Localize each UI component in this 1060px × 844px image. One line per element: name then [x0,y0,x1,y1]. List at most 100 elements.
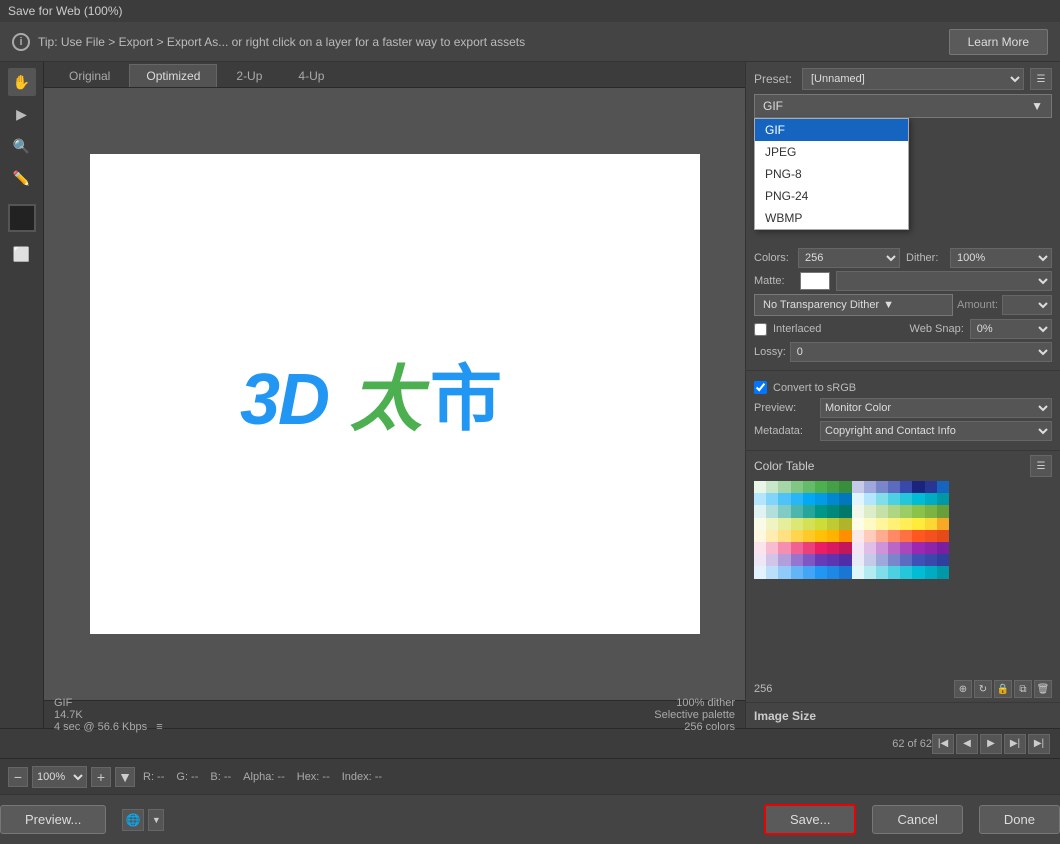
color-cell-113[interactable] [766,566,778,578]
color-cell-44[interactable] [900,505,912,517]
color-cell-111[interactable] [937,554,949,566]
color-cell-102[interactable] [827,554,839,566]
color-cell-84[interactable] [803,542,815,554]
color-cell-112[interactable] [754,566,766,578]
color-cell-56[interactable] [852,518,864,530]
color-cell-125[interactable] [912,566,924,578]
colors-select[interactable]: 256 [798,248,900,268]
color-cell-118[interactable] [827,566,839,578]
color-cell-29[interactable] [912,493,924,505]
color-cell-91[interactable] [888,542,900,554]
zoom-tool[interactable]: 🔍 [8,132,36,160]
color-cell-32[interactable] [754,505,766,517]
color-cell-109[interactable] [912,554,924,566]
color-cell-69[interactable] [815,530,827,542]
color-cell-72[interactable] [852,530,864,542]
tab-optimized[interactable]: Optimized [129,64,217,87]
color-cell-8[interactable] [852,481,864,493]
color-cell-108[interactable] [900,554,912,566]
color-cell-21[interactable] [815,493,827,505]
color-cell-10[interactable] [876,481,888,493]
color-cell-55[interactable] [839,518,851,530]
color-cell-34[interactable] [778,505,790,517]
color-cell-58[interactable] [876,518,888,530]
color-cell-31[interactable] [937,493,949,505]
color-cell-119[interactable] [839,566,851,578]
color-cell-59[interactable] [888,518,900,530]
color-cell-66[interactable] [778,530,790,542]
no-transparency-dither-button[interactable]: No Transparency Dither ▼ [754,294,953,316]
color-cell-62[interactable] [925,518,937,530]
color-cell-73[interactable] [864,530,876,542]
color-cell-79[interactable] [937,530,949,542]
color-cell-28[interactable] [900,493,912,505]
color-cell-101[interactable] [815,554,827,566]
format-option-png24[interactable]: PNG-24 [755,185,908,207]
browser-icon[interactable]: 🌐 [122,809,144,831]
zoom-out-btn[interactable]: − [8,767,28,787]
color-cell-35[interactable] [791,505,803,517]
color-cell-121[interactable] [864,566,876,578]
color-cell-92[interactable] [900,542,912,554]
format-option-png8[interactable]: PNG-8 [755,163,908,185]
matte-select[interactable] [836,271,1052,291]
color-cell-123[interactable] [888,566,900,578]
color-cell-22[interactable] [827,493,839,505]
color-cell-48[interactable] [754,518,766,530]
eyedropper-tool[interactable]: ✏️ [8,164,36,192]
preset-select[interactable]: [Unnamed] [802,68,1024,90]
color-cell-107[interactable] [888,554,900,566]
color-cell-18[interactable] [778,493,790,505]
color-cell-110[interactable] [925,554,937,566]
color-cell-39[interactable] [839,505,851,517]
color-cell-83[interactable] [791,542,803,554]
color-cell-38[interactable] [827,505,839,517]
color-cell-2[interactable] [778,481,790,493]
color-cell-81[interactable] [766,542,778,554]
foreground-color[interactable] [8,204,36,232]
color-cell-63[interactable] [937,518,949,530]
color-cell-37[interactable] [815,505,827,517]
color-cell-51[interactable] [791,518,803,530]
hand-tool[interactable]: ✋ [8,68,36,96]
color-cell-57[interactable] [864,518,876,530]
color-cell-100[interactable] [803,554,815,566]
color-cell-95[interactable] [937,542,949,554]
color-cell-40[interactable] [852,505,864,517]
color-cell-80[interactable] [754,542,766,554]
color-delete-btn[interactable]: 🗑 [1034,680,1052,698]
color-cell-11[interactable] [888,481,900,493]
metadata-select[interactable]: Copyright and Contact Info [820,421,1052,441]
color-cell-99[interactable] [791,554,803,566]
color-cell-82[interactable] [778,542,790,554]
color-cell-124[interactable] [900,566,912,578]
anim-first-btn[interactable]: |◀ [932,734,954,754]
websnap-select[interactable]: 0% [970,319,1052,339]
color-cell-114[interactable] [778,566,790,578]
color-cell-0[interactable] [754,481,766,493]
matte-color[interactable] [800,272,830,290]
color-cell-98[interactable] [778,554,790,566]
preview-select[interactable]: Monitor Color [820,398,1052,418]
select-tool[interactable]: ▶ [8,100,36,128]
color-snap-btn[interactable]: ⧉ [1014,680,1032,698]
format-select-button[interactable]: GIF ▼ [754,94,1052,118]
color-cell-1[interactable] [766,481,778,493]
color-cell-26[interactable] [876,493,888,505]
color-cell-12[interactable] [900,481,912,493]
color-cell-13[interactable] [912,481,924,493]
tab-original[interactable]: Original [52,64,127,87]
cancel-button[interactable]: Cancel [872,805,962,834]
color-lock-btn[interactable]: 🔒 [994,680,1012,698]
slice-tool[interactable]: ⬜ [8,240,36,268]
color-cell-86[interactable] [827,542,839,554]
color-cell-6[interactable] [827,481,839,493]
color-cell-42[interactable] [876,505,888,517]
color-cell-30[interactable] [925,493,937,505]
dither-select[interactable]: 100% [950,248,1052,268]
color-cell-5[interactable] [815,481,827,493]
lossy-select[interactable]: 0 [790,342,1052,362]
color-cell-25[interactable] [864,493,876,505]
color-cell-16[interactable] [754,493,766,505]
color-cell-78[interactable] [925,530,937,542]
